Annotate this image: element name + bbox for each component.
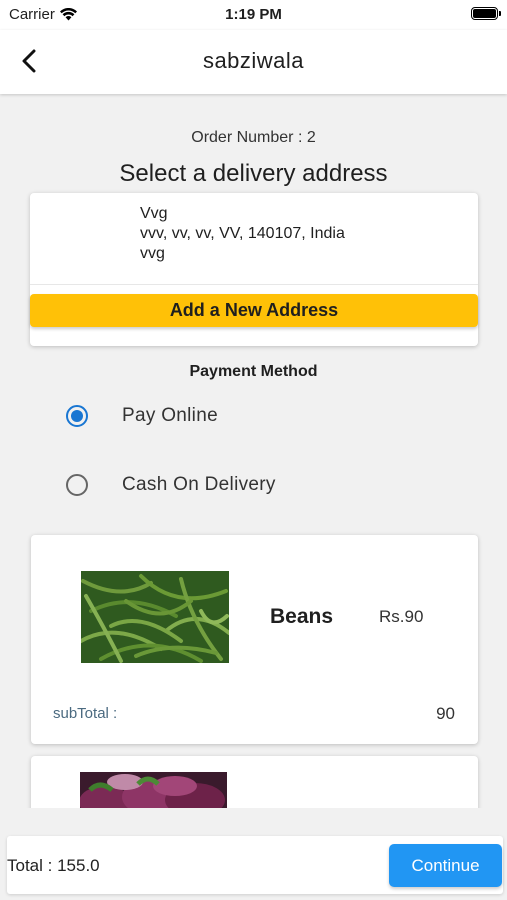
address-details: Vvg vvv, vv, vv, VV, 140107, India vvg bbox=[140, 204, 345, 264]
product-price: Rs.90 bbox=[379, 607, 424, 626]
scroll-edge bbox=[0, 808, 507, 836]
address-name: Vvg bbox=[140, 205, 168, 222]
divider bbox=[30, 284, 478, 285]
green-beans-image bbox=[81, 571, 229, 663]
checkout-bar: Total : 155.0 Continue bbox=[7, 836, 503, 894]
continue-button[interactable]: Continue bbox=[389, 844, 502, 887]
subtotal-value: 90 bbox=[436, 704, 455, 723]
order-number: Order Number : 2 bbox=[191, 129, 316, 146]
order-total: Total : 155.0 bbox=[7, 856, 100, 875]
add-address-button[interactable]: Add a New Address bbox=[30, 294, 478, 327]
payment-option-cash-on-delivery[interactable]: Cash On Delivery bbox=[66, 470, 276, 500]
address-note: vvg bbox=[140, 245, 165, 262]
address-heading: Select a delivery address bbox=[119, 160, 388, 187]
payment-method-heading: Payment Method bbox=[189, 363, 318, 380]
product-name: Beans bbox=[270, 605, 334, 628]
app-bar: sabziwala bbox=[0, 30, 507, 94]
address-line: vvv, vv, vv, VV, 140107, India bbox=[140, 225, 345, 242]
address-card[interactable]: Vvg vvv, vv, vv, VV, 140107, India vvg A… bbox=[30, 193, 478, 346]
status-bar: Carrier 1:19 PM bbox=[0, 0, 507, 30]
cart-item-card: Beans Rs.90 subTotal : 90 bbox=[31, 535, 478, 744]
page-title: sabziwala bbox=[202, 48, 305, 73]
clock: 1:19 PM bbox=[225, 6, 282, 23]
payment-option-label: Cash On Delivery bbox=[122, 474, 276, 495]
payment-option-label: Pay Online bbox=[122, 405, 218, 426]
payment-option-pay-online[interactable]: Pay Online bbox=[66, 401, 218, 431]
subtotal-label: subTotal : bbox=[53, 705, 118, 722]
battery-icon bbox=[471, 7, 501, 20]
radio-selected-icon[interactable] bbox=[66, 405, 88, 427]
cart-item-card bbox=[31, 756, 478, 816]
radio-unselected-icon[interactable] bbox=[66, 474, 88, 496]
